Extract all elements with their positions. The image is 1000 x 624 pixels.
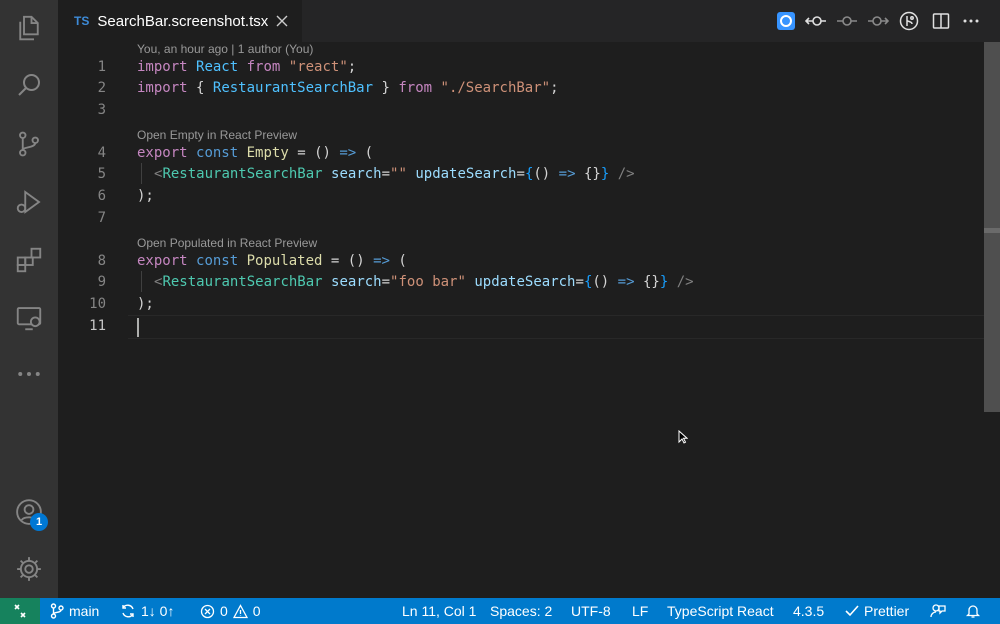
- files-icon[interactable]: [0, 3, 58, 53]
- code-line-2: import { RestaurantSearchBar } from "./S…: [137, 80, 559, 96]
- git-branch-icon: [50, 603, 64, 619]
- prettier-status[interactable]: Prettier: [845, 598, 909, 624]
- line-number: 4: [97, 145, 106, 161]
- code-editor[interactable]: You, an hour ago | 1 author (You) 1 2 3 …: [58, 42, 1000, 598]
- code-line-6: );: [137, 188, 154, 204]
- line-number: 8: [97, 253, 106, 269]
- search-icon[interactable]: [0, 60, 58, 110]
- tab-bar: TS SearchBar.screenshot.tsx: [58, 0, 1000, 42]
- line-number: 5: [97, 166, 106, 182]
- timeline-forward-icon[interactable]: [867, 10, 889, 32]
- preview-icon[interactable]: [775, 10, 797, 32]
- extensions-icon[interactable]: [0, 235, 58, 285]
- open-populated-preview-lens[interactable]: Open Populated in React Preview: [137, 236, 317, 250]
- status-bar: main 1↓ 0↑ 0 0 Ln 11, Col 1 Spaces: 2 UT…: [0, 598, 1000, 624]
- editor-tab[interactable]: TS SearchBar.screenshot.tsx: [58, 0, 302, 42]
- source-control-icon[interactable]: [0, 119, 58, 169]
- problems-status[interactable]: 0 0: [200, 598, 261, 624]
- timeline-back-icon[interactable]: [805, 10, 827, 32]
- timeline-icon[interactable]: [836, 10, 858, 32]
- current-line-highlight: [128, 315, 984, 339]
- scrollbar-marker: [984, 228, 1000, 233]
- activity-bar: 1: [0, 0, 58, 598]
- indentation[interactable]: Spaces: 2: [490, 598, 552, 624]
- branch-name: main: [69, 603, 100, 619]
- code-line-9: <RestaurantSearchBar search="foo bar" up…: [154, 274, 694, 290]
- split-icon[interactable]: [930, 10, 952, 32]
- remote-explorer-icon[interactable]: [0, 293, 58, 343]
- code-line-4: export const Empty = () => (: [137, 145, 374, 161]
- line-number: 10: [89, 296, 106, 312]
- gear-icon[interactable]: [0, 544, 58, 594]
- line-number: 7: [97, 210, 106, 226]
- code-line-8: export const Populated = () => (: [137, 253, 407, 269]
- branch-status[interactable]: main: [50, 598, 99, 624]
- branch-icon[interactable]: [898, 10, 920, 32]
- account-icon[interactable]: [0, 487, 58, 537]
- indent-guide: [141, 271, 142, 292]
- line-number: 11: [89, 318, 106, 334]
- tab-title: SearchBar.screenshot.tsx: [97, 12, 269, 30]
- vertical-scrollbar[interactable]: [984, 42, 1000, 412]
- mouse-pointer-icon: [678, 429, 689, 449]
- feedback-icon[interactable]: [930, 598, 946, 624]
- warning-count: 0: [252, 603, 261, 619]
- bell-icon[interactable]: [965, 598, 981, 624]
- line-number: 2: [97, 80, 106, 96]
- line-number: 6: [97, 188, 106, 204]
- line-number: 1: [97, 59, 106, 75]
- remote-icon: [14, 604, 26, 618]
- typescript-version[interactable]: 4.3.5: [793, 598, 824, 624]
- close-icon[interactable]: [272, 11, 292, 31]
- open-empty-preview-lens[interactable]: Open Empty in React Preview: [137, 128, 297, 142]
- sync-counts: 1↓ 0↑: [141, 603, 175, 619]
- end-of-line[interactable]: LF: [632, 598, 648, 624]
- language-mode[interactable]: TypeScript React: [667, 598, 774, 624]
- prettier-label: Prettier: [864, 603, 910, 619]
- line-number: 9: [97, 274, 106, 290]
- typescript-file-icon: TS: [74, 14, 90, 28]
- account-badge: 1: [30, 513, 48, 531]
- remote-indicator[interactable]: [0, 598, 40, 624]
- text-cursor: [137, 318, 139, 337]
- run-debug-icon[interactable]: [0, 177, 58, 227]
- code-line-5: <RestaurantSearchBar search="" updateSea…: [154, 166, 635, 182]
- check-icon: [845, 605, 859, 617]
- encoding[interactable]: UTF-8: [571, 598, 611, 624]
- more-actions-icon[interactable]: [960, 10, 982, 32]
- sync-icon: [122, 604, 134, 618]
- warning-icon: [232, 603, 248, 618]
- code-line-10: );: [137, 296, 154, 312]
- code-line-1: import React from "react";: [137, 59, 357, 75]
- sync-status[interactable]: 1↓ 0↑: [120, 598, 174, 624]
- error-count: 0: [220, 603, 228, 619]
- indent-guide: [141, 163, 142, 184]
- more-icon[interactable]: [0, 349, 58, 399]
- cursor-position[interactable]: Ln 11, Col 1: [402, 598, 476, 624]
- error-icon: [200, 604, 215, 618]
- git-blame-lens[interactable]: You, an hour ago | 1 author (You): [137, 42, 313, 56]
- line-number: 3: [97, 102, 106, 118]
